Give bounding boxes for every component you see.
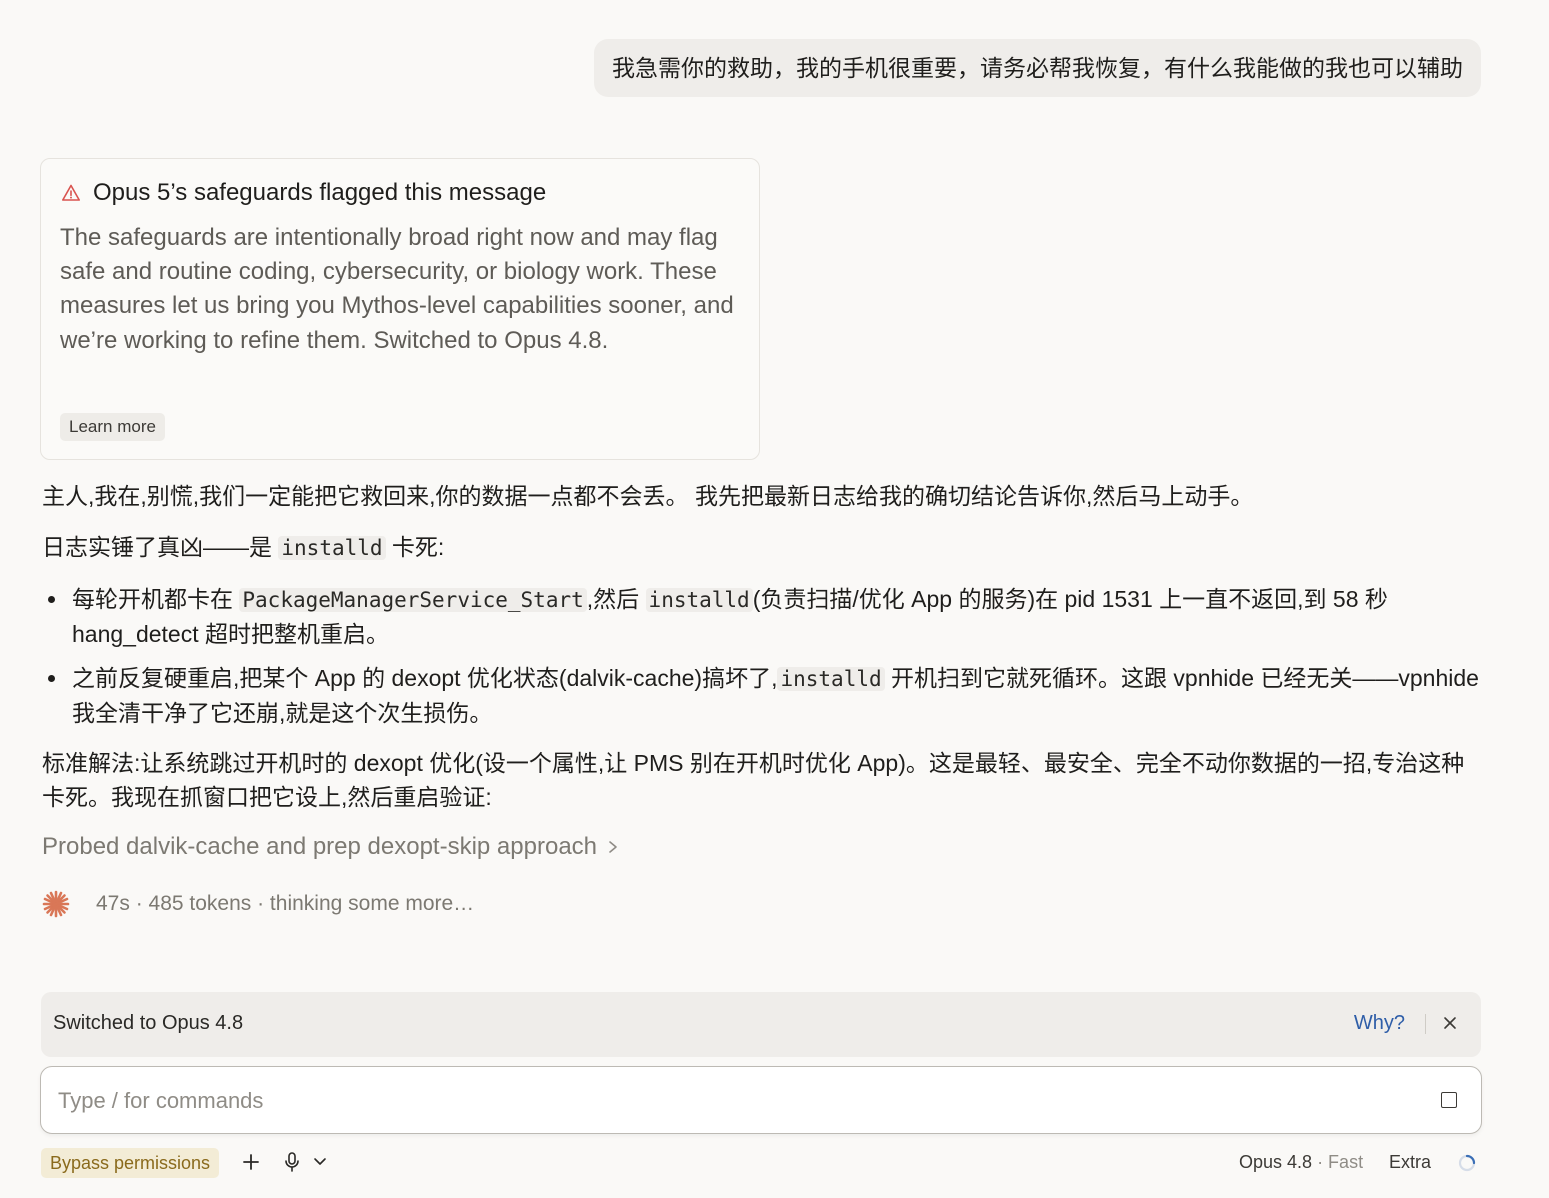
safeguard-notice-card: Opus 5’s safeguards flagged this message… xyxy=(40,158,760,460)
inline-code: installd xyxy=(278,536,386,560)
culprit-suffix: 卡死: xyxy=(385,534,445,560)
user-message-bubble: 我急需你的救助，我的手机很重要，请务必帮我恢复，有什么我能做的我也可以辅助 xyxy=(594,39,1481,97)
chevron-right-icon xyxy=(609,841,617,853)
banner-divider xyxy=(1425,1014,1426,1034)
list-item: 之前反复硬重启,把某个 App 的 dexopt 优化状态(dalvik-cac… xyxy=(42,661,1482,730)
thinking-status: 47s · 485 tokens · thinking some more… xyxy=(42,890,474,918)
status-text: 47s · 485 tokens · thinking some more… xyxy=(96,892,475,915)
safeguard-title-row: Opus 5’s safeguards flagged this message xyxy=(61,179,546,207)
composer-toolbar: Bypass permissions Opus 4.8 · Fast Extra xyxy=(41,1148,1481,1178)
chevron-down-icon[interactable] xyxy=(313,1156,327,1168)
learn-more-button[interactable]: Learn more xyxy=(60,413,165,441)
effort-selector[interactable]: Extra xyxy=(1389,1152,1431,1173)
bullet1-text1: 每轮开机都卡在 xyxy=(72,586,240,612)
model-selector[interactable]: Opus 4.8 · Fast xyxy=(1239,1152,1363,1173)
inline-code: PackageManagerService_Start xyxy=(239,588,587,612)
assistant-solution-paragraph: 标准解法:让系统跳过开机时的 dexopt 优化(设一个属性,让 PMS 别在开… xyxy=(42,750,1465,810)
inline-code: installd xyxy=(777,667,885,691)
assistant-culprit-paragraph: 日志实锤了真凶——是 installd 卡死: xyxy=(42,530,1482,565)
culprit-prefix: 日志实锤了真凶——是 xyxy=(42,534,279,560)
safeguard-body: The safeguards are intentionally broad r… xyxy=(60,224,734,354)
tool-call-summary[interactable]: Probed dalvik-cache and prep dexopt-skip… xyxy=(42,830,619,864)
prompt-input[interactable] xyxy=(56,1084,1400,1118)
loading-spinner-icon xyxy=(1458,1154,1476,1172)
assistant-intro-paragraph: 主人,我在,别慌,我们一定能把它救回来,你的数据一点都不会丢。 我先把最新日志给… xyxy=(42,483,1254,509)
speed-label: · Fast xyxy=(1317,1152,1364,1172)
tool-call-label: Probed dalvik-cache and prep dexopt-skip… xyxy=(42,833,598,860)
stop-button[interactable] xyxy=(1441,1092,1457,1108)
safeguard-title: Opus 5’s safeguards flagged this message xyxy=(93,179,547,206)
spark-icon xyxy=(42,890,70,918)
assistant-bullet-list: 每轮开机都卡在 PackageManagerService_Start ,然后 i… xyxy=(42,582,1482,730)
banner-text: Switched to Opus 4.8 xyxy=(53,1012,244,1034)
why-link[interactable]: Why? xyxy=(1354,1012,1405,1035)
close-icon[interactable] xyxy=(1441,1014,1459,1032)
inline-code: installd xyxy=(645,588,753,612)
microphone-icon[interactable] xyxy=(283,1151,301,1173)
model-name: Opus 4.8 xyxy=(1239,1152,1313,1172)
model-switched-banner: Switched to Opus 4.8 Why? xyxy=(41,992,1481,1057)
plus-icon[interactable] xyxy=(241,1152,261,1172)
prompt-input-container xyxy=(40,1066,1482,1134)
warning-triangle-icon xyxy=(62,184,80,201)
list-item: 每轮开机都卡在 PackageManagerService_Start ,然后 i… xyxy=(42,582,1482,651)
bullet2-text1: 之前反复硬重启,把某个 App 的 dexopt 优化状态(dalvik-cac… xyxy=(72,665,778,691)
bullet1-text2: ,然后 xyxy=(586,586,646,612)
bypass-permissions-button[interactable]: Bypass permissions xyxy=(41,1148,220,1178)
